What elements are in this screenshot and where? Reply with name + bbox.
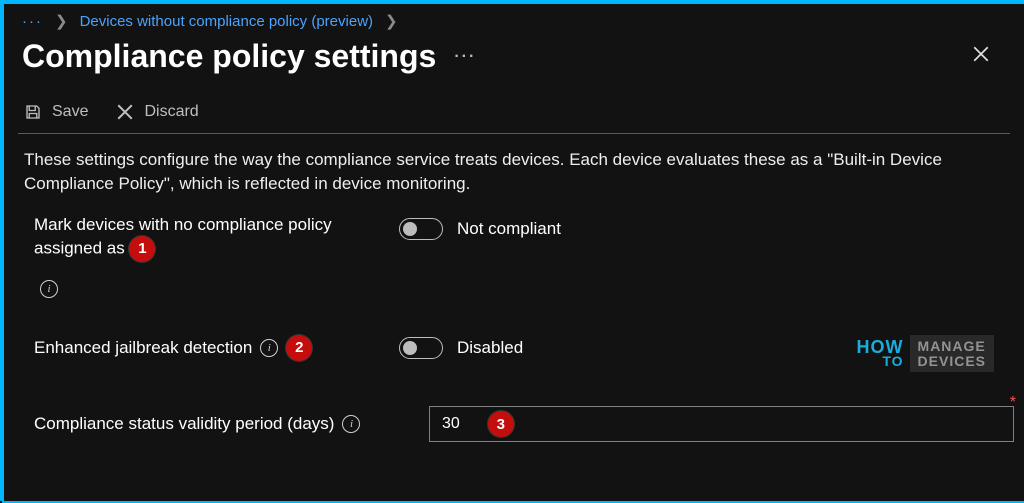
toggle-value-text: Disabled (457, 338, 523, 358)
label-text: Compliance status validity period (days) (34, 413, 334, 435)
annotation-badge-2: 2 (286, 335, 312, 361)
toggle-knob (403, 341, 417, 355)
mark-devices-toggle[interactable] (399, 218, 443, 240)
label-text: Mark devices with no compliance policy (34, 215, 332, 234)
toggle-value-text: Not compliant (457, 219, 561, 239)
label-text: assigned as (34, 238, 125, 257)
discard-icon (116, 103, 134, 121)
toggle-knob (403, 222, 417, 236)
chevron-right-icon: ❯ (55, 12, 68, 30)
toggle-group: Not compliant (399, 218, 561, 240)
annotation-badge-3: 3 (488, 411, 514, 437)
setting-mark-devices: Mark devices with no compliance policy a… (34, 214, 1014, 299)
discard-label: Discard (144, 103, 198, 121)
required-indicator: * (1010, 394, 1016, 412)
jailbreak-toggle[interactable] (399, 337, 443, 359)
breadcrumb-link[interactable]: Devices without compliance policy (previ… (80, 13, 373, 30)
setting-label: Enhanced jailbreak detection i 2 (34, 335, 399, 361)
chevron-right-icon: ❯ (385, 12, 398, 30)
toggle-group: Disabled (399, 337, 523, 359)
info-icon[interactable]: i (260, 339, 278, 357)
input-value: 30 (442, 415, 460, 433)
label-text: Enhanced jailbreak detection (34, 337, 252, 359)
validity-period-input[interactable]: 30 3 (429, 406, 1014, 442)
more-icon[interactable]: ··· (454, 48, 476, 66)
save-label: Save (52, 103, 88, 121)
setting-label: Compliance status validity period (days)… (34, 413, 429, 435)
input-wrap: 30 3 * (429, 406, 1014, 442)
settings-form: Mark devices with no compliance policy a… (4, 210, 1024, 451)
page-title: Compliance policy settings (22, 38, 436, 75)
setting-validity-period: Compliance status validity period (days)… (34, 398, 1014, 450)
breadcrumb-ellipsis[interactable]: ··· (22, 13, 43, 30)
close-icon (972, 45, 990, 63)
discard-button[interactable]: Discard (116, 103, 198, 121)
breadcrumb: ··· ❯ Devices without compliance policy … (4, 4, 1024, 32)
save-button[interactable]: Save (24, 103, 88, 121)
setting-jailbreak: Enhanced jailbreak detection i 2 Disable… (34, 322, 1014, 374)
settings-description: These settings configure the way the com… (4, 144, 1024, 210)
save-icon (24, 103, 42, 121)
close-button[interactable] (962, 39, 1000, 75)
divider (18, 133, 1010, 134)
page-header: Compliance policy settings ··· (4, 32, 1024, 93)
toolbar: Save Discard (4, 93, 1024, 133)
info-icon[interactable]: i (40, 280, 58, 298)
page-title-group: Compliance policy settings ··· (22, 38, 476, 75)
annotation-badge-1: 1 (129, 236, 155, 262)
setting-label: Mark devices with no compliance policy a… (34, 214, 399, 299)
info-icon[interactable]: i (342, 415, 360, 433)
